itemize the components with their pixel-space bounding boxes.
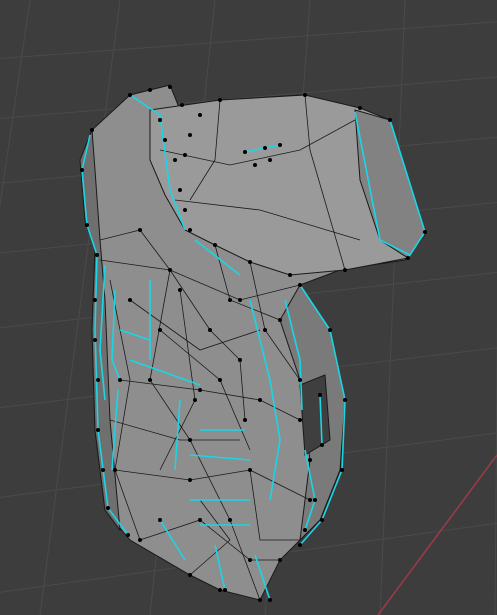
viewport-canvas[interactable]: [0, 0, 497, 615]
x-axis-line: [377, 454, 497, 615]
mesh-recess: [299, 374, 331, 456]
3d-viewport[interactable]: [0, 0, 497, 615]
mesh-object[interactable]: [79, 84, 427, 602]
